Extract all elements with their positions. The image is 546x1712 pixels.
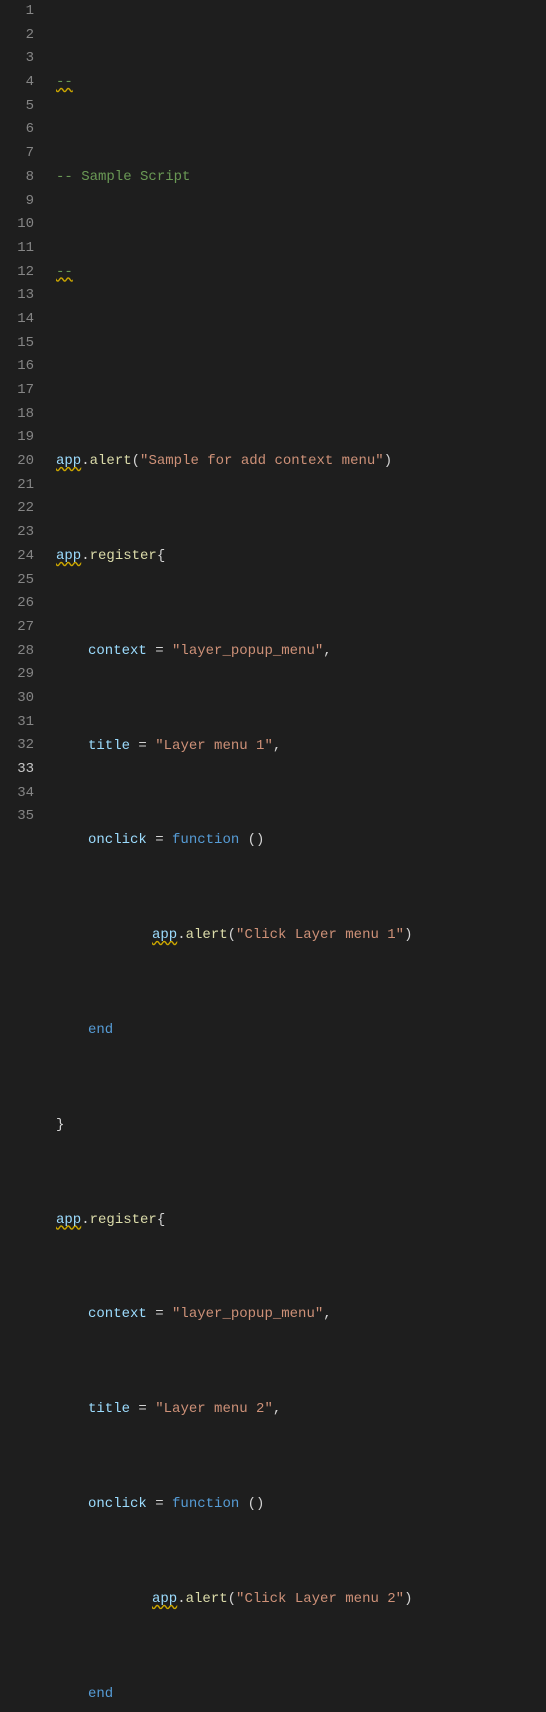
line-number: 22 [0,497,34,521]
code-line: app.register{ [56,545,546,569]
string-literal: "layer_popup_menu" [172,643,323,659]
line-number: 4 [0,71,34,95]
line-number: 21 [0,474,34,498]
line-number: 30 [0,687,34,711]
line-number: 35 [0,805,34,829]
line-number: 2 [0,24,34,48]
line-number: 10 [0,213,34,237]
line-number: 25 [0,569,34,593]
line-number: 18 [0,403,34,427]
ident-app: app [56,453,81,469]
string-literal: "Layer menu 1" [155,738,273,754]
code-line: end [56,1019,546,1043]
line-number: 6 [0,118,34,142]
code-line: app.alert("Sample for add context menu") [56,450,546,474]
string-literal: "Layer menu 2" [155,1401,273,1417]
line-number: 7 [0,142,34,166]
comment-token: -- [56,264,73,280]
method-register: register [90,548,157,564]
key-title: title [88,738,130,754]
key-title: title [88,1401,130,1417]
code-line: end [56,1683,546,1707]
line-number: 26 [0,592,34,616]
method-register: register [90,1212,157,1228]
line-number: 3 [0,47,34,71]
code-line: onclick = function () [56,1493,546,1517]
code-line: context = "layer_popup_menu", [56,1303,546,1327]
string-literal: "layer_popup_menu" [172,1306,323,1322]
line-number: 31 [0,711,34,735]
line-number: 29 [0,663,34,687]
line-number: 28 [0,640,34,664]
line-number: 33 [0,758,34,782]
ident-app: app [152,1591,177,1607]
method-alert: alert [90,453,132,469]
code-line: -- Sample Script [56,166,546,190]
line-number: 1 [0,0,34,24]
key-onclick: onclick [88,1496,147,1512]
line-number: 27 [0,616,34,640]
key-context: context [88,643,147,659]
string-literal: "Sample for add context menu" [140,453,384,469]
comment-token: -- [56,74,73,90]
code-line: app.register{ [56,1209,546,1233]
line-number: 15 [0,332,34,356]
line-number: 12 [0,261,34,285]
code-editor[interactable]: 1234567891011121314151617181920212223242… [0,0,546,856]
line-number: 23 [0,521,34,545]
line-number-gutter: 1234567891011121314151617181920212223242… [0,0,46,856]
code-line: title = "Layer menu 2", [56,1398,546,1422]
ident-app: app [152,927,177,943]
code-line: -- [56,71,546,95]
line-number: 19 [0,426,34,450]
line-number: 34 [0,782,34,806]
code-line: } [56,1114,546,1138]
line-number: 20 [0,450,34,474]
ident-app: app [56,548,81,564]
keyword-function: function [172,1496,239,1512]
code-line [56,356,546,380]
line-number: 24 [0,545,34,569]
string-literal: "Click Layer menu 2" [236,1591,404,1607]
key-context: context [88,1306,147,1322]
line-number: 14 [0,308,34,332]
method-alert: alert [186,1591,228,1607]
line-number: 17 [0,379,34,403]
keyword-function: function [172,832,239,848]
key-onclick: onclick [88,832,147,848]
code-line: onclick = function () [56,829,546,853]
line-number: 13 [0,284,34,308]
code-line: context = "layer_popup_menu", [56,640,546,664]
code-line: app.alert("Click Layer menu 2") [56,1588,546,1612]
code-line: title = "Layer menu 1", [56,735,546,759]
line-number: 32 [0,734,34,758]
method-alert: alert [186,927,228,943]
string-literal: "Click Layer menu 1" [236,927,404,943]
keyword-end: end [88,1686,113,1702]
keyword-end: end [88,1022,113,1038]
line-number: 9 [0,190,34,214]
line-number: 11 [0,237,34,261]
ident-app: app [56,1212,81,1228]
code-line: app.alert("Click Layer menu 1") [56,924,546,948]
comment-token: -- Sample Script [56,169,190,185]
code-line: -- [56,261,546,285]
line-number: 5 [0,95,34,119]
line-number: 8 [0,166,34,190]
line-number: 16 [0,355,34,379]
code-area[interactable]: -- -- Sample Script -- app.alert("Sample… [46,0,546,856]
